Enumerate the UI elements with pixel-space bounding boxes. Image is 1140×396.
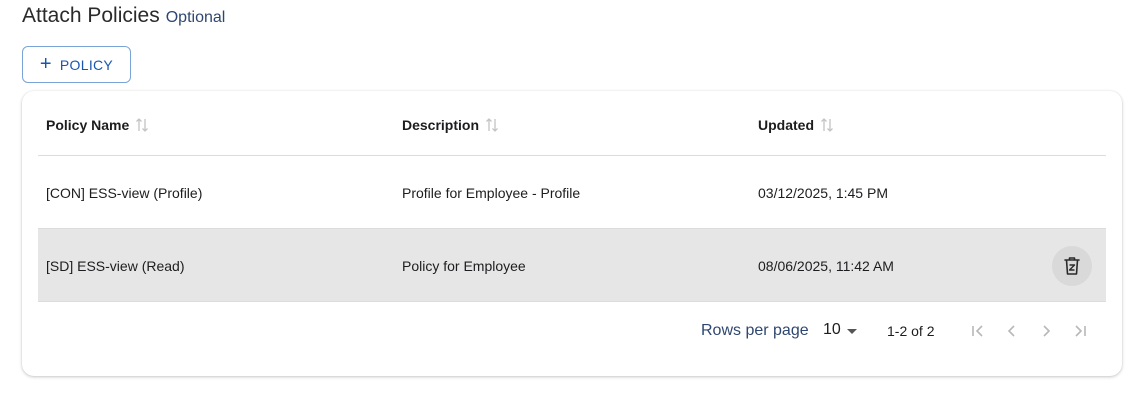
column-header-label: Policy Name [46,117,130,133]
table-pagination: Rows per page 10 1-2 of 2 [38,303,1106,359]
section-header: Attach Policies Optional [22,4,225,28]
last-page-button[interactable] [1069,319,1091,343]
rows-per-page-value: 10 [823,321,841,338]
previous-page-icon [1007,325,1015,337]
next-page-button[interactable] [1035,319,1057,343]
column-header-description[interactable]: Description [402,117,499,133]
first-page-button[interactable] [967,319,989,343]
description-cell: Policy for Employee [402,257,526,274]
sort-icon [486,118,498,132]
first-page-icon [972,325,983,337]
sort-icon [821,118,833,132]
plus-icon: + [39,52,52,75]
policies-table-card: Policy Name Description Updated [CON] ES… [22,91,1122,376]
sort-icon [136,118,149,132]
table-row[interactable]: [CON] ESS-view (Profile) Profile for Emp… [38,156,1106,229]
add-policy-label: POLICY [59,56,114,73]
delete-policy-button[interactable] [1052,246,1092,286]
next-page-icon [1043,325,1051,337]
rows-per-page-label: Rows per page [701,322,809,339]
column-header-updated[interactable]: Updated [758,117,834,133]
pagination-range: 1-2 of 2 [887,323,935,339]
policy-name-cell: [CON] ESS-view (Profile) [46,184,203,201]
updated-cell: 08/06/2025, 11:42 AM [758,257,894,274]
policy-name-cell: [SD] ESS-view (Read) [46,257,185,274]
page-title: Attach Policies [22,4,160,27]
add-policy-button[interactable]: + POLICY [22,46,131,83]
optional-label: Optional [165,9,226,26]
updated-cell: 03/12/2025, 1:45 PM [758,184,888,201]
chevron-down-icon [846,328,857,334]
trash-icon [1064,257,1080,275]
previous-page-button[interactable] [1001,319,1023,343]
table-row[interactable]: [SD] ESS-view (Read) Policy for Employee… [38,229,1106,302]
table-header: Policy Name Description Updated [38,91,1106,156]
column-header-policy-name[interactable]: Policy Name [46,117,149,133]
last-page-icon [1075,325,1086,337]
column-header-label: Updated [758,117,814,133]
rows-per-page-select[interactable]: 10 [823,321,857,339]
column-header-label: Description [402,117,480,133]
description-cell: Profile for Employee - Profile [402,184,581,201]
